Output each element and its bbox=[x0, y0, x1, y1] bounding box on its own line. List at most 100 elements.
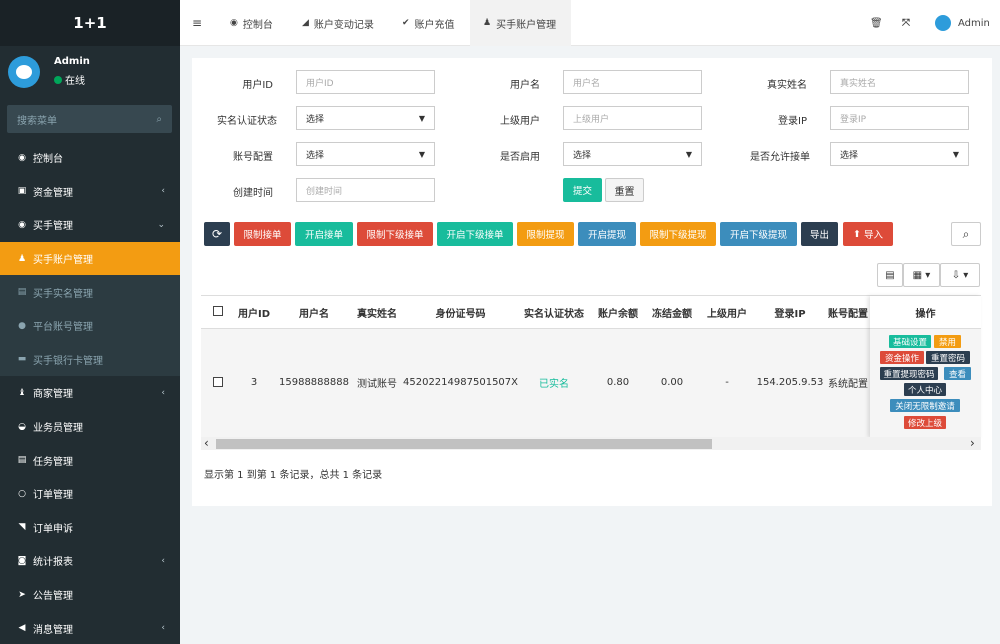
scroll-left-icon[interactable]: ‹ bbox=[204, 436, 209, 450]
avatar bbox=[8, 56, 40, 88]
reset-password-button[interactable]: 重置密码 bbox=[926, 351, 970, 364]
sidebar-item[interactable]: ▬ 买手银行卡管理 bbox=[0, 342, 180, 377]
sidebar-item[interactable]: ▣ 资金管理 ‹ bbox=[0, 175, 180, 209]
enable-withdraw-button[interactable]: 开启提现 bbox=[578, 222, 636, 246]
credit-card-icon: ▬ bbox=[17, 354, 27, 365]
placeholder: 创建时间 bbox=[306, 186, 343, 197]
agent-icon: ◒ bbox=[18, 421, 26, 432]
scrollbar-thumb[interactable] bbox=[216, 439, 712, 449]
filter-label-created-time: 创建时间 bbox=[233, 188, 273, 199]
money-icon: ▣ bbox=[17, 186, 27, 197]
column-header[interactable]: 实名认证状态 bbox=[518, 296, 590, 328]
verify-status-select[interactable]: 选择 ▼ bbox=[296, 106, 435, 130]
basic-settings-button[interactable]: 基础设置 bbox=[889, 335, 931, 348]
select-all-checkbox[interactable] bbox=[213, 306, 223, 316]
sidebar-item[interactable]: ◀ 消息管理 ‹ bbox=[0, 611, 180, 644]
column-header[interactable]: 用户ID bbox=[235, 296, 273, 328]
column-header[interactable]: 上级用户 bbox=[702, 296, 752, 328]
dashboard-icon: ◉ bbox=[230, 18, 238, 28]
cell-parent: - bbox=[725, 376, 729, 388]
columns-button[interactable]: ▦ ▾ bbox=[903, 263, 940, 287]
enable-sub-withdraw-button[interactable]: 开启下级提现 bbox=[720, 222, 797, 246]
column-header[interactable]: 账户余额 bbox=[592, 296, 644, 328]
tab-account-changes[interactable]: ◢ 账户变动记录 bbox=[298, 0, 378, 46]
column-header[interactable]: 用户名 bbox=[280, 296, 348, 328]
refresh-button[interactable]: ⟳ bbox=[204, 222, 230, 246]
login-ip-input[interactable]: 登录IP bbox=[830, 106, 969, 130]
column-header[interactable]: 账号配置 bbox=[828, 296, 872, 328]
user-id-input[interactable]: 用户ID bbox=[296, 70, 435, 94]
username-input[interactable]: 用户名 bbox=[563, 70, 702, 94]
sidebar-item[interactable]: ◒ 业务员管理 bbox=[0, 410, 180, 444]
scroll-right-icon[interactable]: › bbox=[970, 436, 975, 450]
view-button[interactable]: 查看 bbox=[944, 367, 971, 380]
sidebar-item[interactable]: ♝ 商家管理 ‹ bbox=[0, 376, 180, 410]
change-parent-button[interactable]: 修改上级 bbox=[904, 416, 946, 429]
tab-recharge[interactable]: ✔ 账户充值 bbox=[398, 0, 459, 46]
dashboard-icon: ◉ bbox=[18, 152, 26, 163]
disable-button[interactable]: 禁用 bbox=[934, 335, 961, 348]
tab-buyer-accounts[interactable]: ♟ 买手账户管理 bbox=[470, 0, 571, 46]
reset-withdraw-password-button[interactable]: 重置提现密码 bbox=[880, 367, 938, 380]
sidebar-item[interactable]: ○ 订单管理 bbox=[0, 477, 180, 511]
sidebar-item[interactable]: ▤ 任务管理 bbox=[0, 443, 180, 477]
sidebar-item[interactable]: ◉ 控制台 bbox=[0, 141, 180, 175]
parent-user-input[interactable]: 上级用户 bbox=[563, 106, 702, 130]
trash-icon[interactable]: 🗑 bbox=[870, 0, 883, 46]
filter-label-username: 用户名 bbox=[510, 80, 540, 91]
sidebar-item[interactable]: ♟ 买手账户管理 bbox=[0, 241, 180, 276]
sidebar-menu: ◉ 控制台 ▣ 资金管理 ‹ ◉ 买手管理 ⌄ ♟ 买手账户管理 ▤ 买手实名管理 ● 平台账号管理 ▬ 买手… bbox=[0, 141, 180, 644]
search-button[interactable]: ⌕ bbox=[951, 222, 981, 246]
personal-center-button[interactable]: 个人中心 bbox=[904, 383, 946, 396]
avatar bbox=[935, 15, 951, 31]
menu-search[interactable]: 搜索菜单 ⌕ bbox=[7, 105, 172, 133]
limit-order-button[interactable]: 限制接单 bbox=[234, 222, 291, 246]
select-value: 选择 bbox=[573, 150, 592, 161]
list-icon: ▤ bbox=[17, 455, 27, 466]
close-unlimited-invite-button[interactable]: 关闭无限制邀请 bbox=[890, 399, 960, 412]
tab-dashboard[interactable]: ◉ 控制台 bbox=[226, 0, 277, 46]
account-config-select[interactable]: 选择 ▼ bbox=[296, 142, 435, 166]
enable-order-button[interactable]: 开启接单 bbox=[295, 222, 353, 246]
import-button[interactable]: ⬆ 导入 bbox=[843, 222, 893, 246]
sidebar-item-label: 平台账号管理 bbox=[33, 322, 93, 334]
created-time-input[interactable]: 创建时间 bbox=[296, 178, 435, 202]
menu-toggle-icon[interactable]: ≡ bbox=[192, 0, 202, 46]
allow-order-select[interactable]: 选择 ▼ bbox=[830, 142, 969, 166]
enabled-select[interactable]: 选择 ▼ bbox=[563, 142, 702, 166]
chevron-left-icon: ‹ bbox=[161, 186, 165, 197]
sidebar-item[interactable]: ➤ 公告管理 bbox=[0, 578, 180, 612]
cell-id-number: 45202214987501507X bbox=[403, 376, 519, 388]
search-icon[interactable]: ⌕ bbox=[156, 114, 162, 125]
column-header[interactable]: 真实姓名 bbox=[352, 296, 402, 328]
sidebar-item[interactable]: ◙ 统计报表 ‹ bbox=[0, 544, 180, 578]
chevron-down-icon: ⌄ bbox=[157, 219, 165, 230]
limit-sub-order-button[interactable]: 限制下级接单 bbox=[357, 222, 433, 246]
sidebar-item[interactable]: ● 平台账号管理 bbox=[0, 308, 180, 343]
enable-sub-order-button[interactable]: 开启下级接单 bbox=[437, 222, 513, 246]
tab-label: 买手账户管理 bbox=[496, 19, 557, 31]
export-dropdown-button[interactable]: ⇩ ▾ bbox=[940, 263, 980, 287]
export-button[interactable]: 导出 bbox=[801, 222, 838, 246]
submit-button[interactable]: 提交 bbox=[563, 178, 602, 202]
app-logo[interactable]: 1+1 bbox=[0, 0, 180, 46]
sidebar-item[interactable]: ◥ 订单申诉 bbox=[0, 511, 180, 545]
sidebar-item[interactable]: ◉ 买手管理 ⌄ bbox=[0, 208, 180, 242]
limit-withdraw-button[interactable]: 限制提现 bbox=[517, 222, 574, 246]
top-user[interactable]: Admin bbox=[935, 0, 990, 46]
realname-input[interactable]: 真实姓名 bbox=[830, 70, 969, 94]
limit-sub-withdraw-button[interactable]: 限制下级提现 bbox=[640, 222, 716, 246]
toggle-view-button[interactable]: ▤ bbox=[877, 263, 903, 287]
fullscreen-icon[interactable]: ⤧ bbox=[902, 0, 910, 46]
sidebar-item[interactable]: ▤ 买手实名管理 bbox=[0, 275, 180, 309]
column-header[interactable]: 登录IP bbox=[755, 296, 825, 328]
column-header[interactable]: 身份证号码 bbox=[403, 296, 518, 328]
chevron-left-icon: ‹ bbox=[161, 555, 165, 566]
placeholder: 上级用户 bbox=[573, 114, 610, 125]
column-header[interactable]: 冻结金额 bbox=[646, 296, 698, 328]
reset-button[interactable]: 重置 bbox=[605, 178, 644, 202]
select-value: 选择 bbox=[840, 150, 859, 161]
row-checkbox[interactable] bbox=[213, 377, 223, 387]
funds-operation-button[interactable]: 资金操作 bbox=[880, 351, 924, 364]
user-circle-icon: ◉ bbox=[18, 219, 26, 230]
